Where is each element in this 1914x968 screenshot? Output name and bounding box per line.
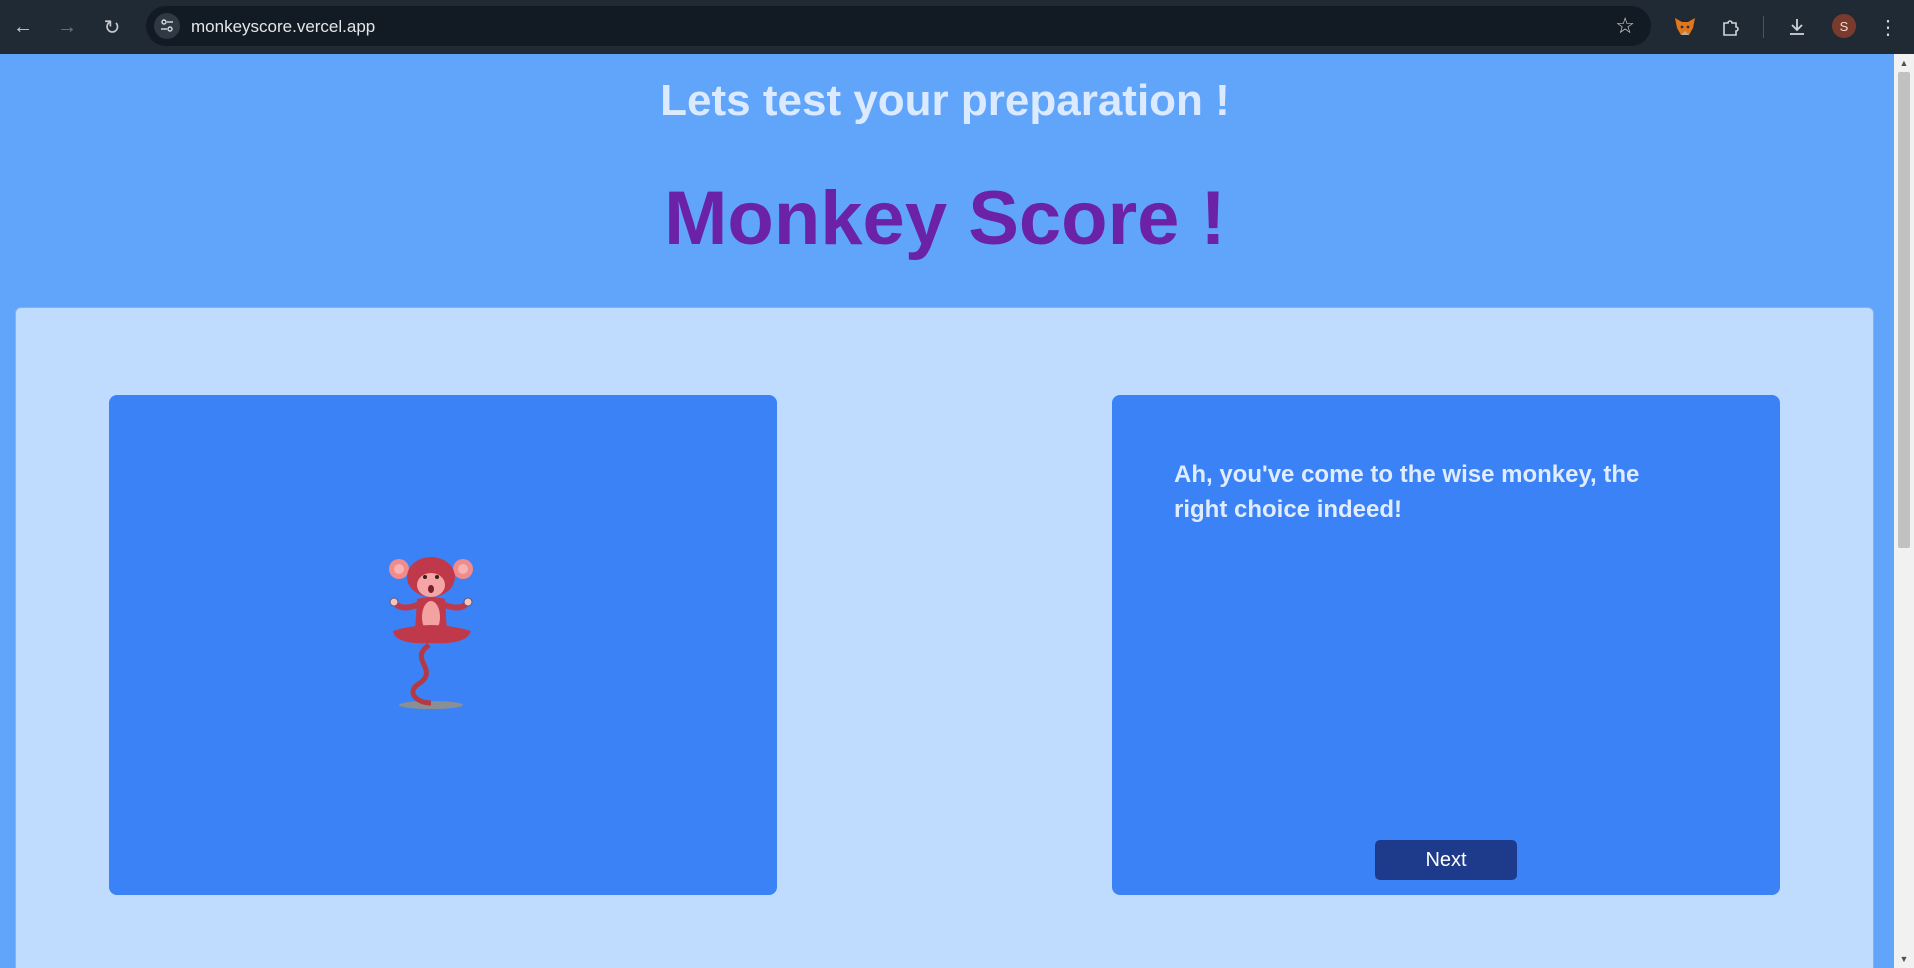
page-viewport: Lets test your preparation ! Monkey Scor… xyxy=(0,54,1914,968)
browser-toolbar: ← → ↻ monkeyscore.vercel.app ☆ S ⋮ xyxy=(0,0,1914,54)
toolbar-separator xyxy=(1763,16,1764,38)
url-text[interactable]: monkeyscore.vercel.app xyxy=(191,17,375,37)
page-title: Monkey Score ! xyxy=(664,176,1226,261)
monkey-card xyxy=(109,395,777,895)
scroll-down-icon[interactable]: ▼ xyxy=(1894,952,1914,966)
next-button[interactable]: Next xyxy=(1375,840,1517,880)
tune-icon[interactable] xyxy=(154,13,180,39)
back-arrow-icon[interactable]: ← xyxy=(8,12,38,42)
dialog-card: Ah, you've come to the wise monkey, the … xyxy=(1112,395,1780,895)
scroll-up-icon[interactable]: ▲ xyxy=(1894,56,1914,70)
kebab-menu-icon[interactable]: ⋮ xyxy=(1873,12,1903,42)
vertical-scrollbar[interactable]: ▲ ▼ xyxy=(1894,54,1914,968)
download-icon[interactable] xyxy=(1782,12,1812,42)
monkey-illustration xyxy=(389,557,473,709)
dialog-text: Ah, you've come to the wise monkey, the … xyxy=(1174,461,1640,523)
page-subtitle: Lets test your preparation ! xyxy=(660,76,1230,125)
puzzle-icon[interactable] xyxy=(1716,12,1746,42)
address-bar[interactable]: monkeyscore.vercel.app ☆ xyxy=(146,6,1651,46)
scroll-thumb[interactable] xyxy=(1898,72,1910,548)
star-icon[interactable]: ☆ xyxy=(1615,14,1635,38)
fox-extension-icon[interactable] xyxy=(1670,12,1700,42)
avatar[interactable]: S xyxy=(1832,14,1856,38)
forward-arrow-icon[interactable]: → xyxy=(52,12,82,42)
reload-icon[interactable]: ↻ xyxy=(97,12,127,42)
